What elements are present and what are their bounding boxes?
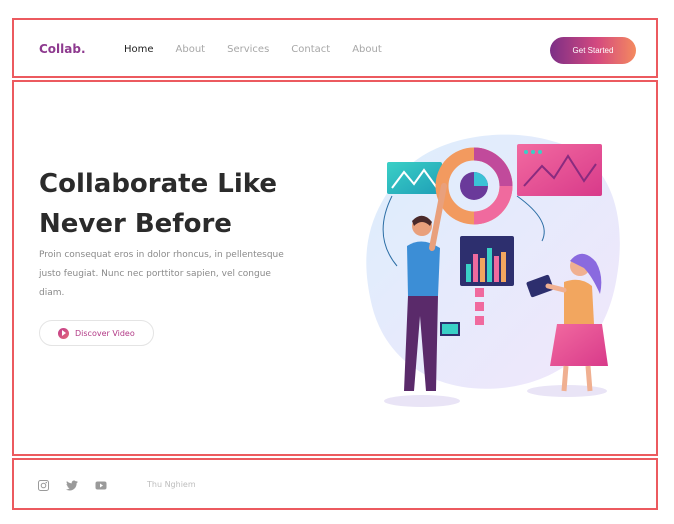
hero-section: Collaborate Like Never Before Proin cons…: [12, 80, 658, 456]
hero-title-line-2: Never Before: [39, 209, 232, 239]
footer-text: Thu Nghiem: [147, 480, 196, 489]
hero-title: Collaborate Like Never Before: [39, 164, 299, 244]
image-card-icon: [387, 162, 442, 194]
nav-about[interactable]: About: [176, 44, 206, 55]
main-nav: Home About Services Contact About: [124, 44, 404, 55]
site-footer: Thu Nghiem: [12, 458, 658, 510]
nav-contact[interactable]: Contact: [291, 44, 330, 55]
twitter-icon[interactable]: [66, 480, 78, 491]
site-header: Collab. Home About Services Contact Abou…: [12, 18, 658, 78]
nav-services[interactable]: Services: [227, 44, 269, 55]
hero-title-line-1: Collaborate Like: [39, 169, 277, 199]
bar-chart-card-icon: [460, 236, 514, 286]
floor-shadow-left: [384, 395, 460, 407]
discover-video-button[interactable]: Discover Video: [39, 320, 154, 346]
floor-shadow-right: [527, 385, 607, 397]
area-chart-card-icon: [517, 144, 602, 196]
discover-video-label: Discover Video: [75, 328, 135, 338]
nav-home[interactable]: Home: [124, 44, 154, 55]
play-icon: [58, 327, 69, 339]
checklist-icon: [475, 288, 484, 325]
hero-description: Proin consequat eros in dolor rhoncus, i…: [39, 250, 284, 298]
get-started-button[interactable]: Get Started: [550, 37, 636, 64]
youtube-icon[interactable]: [95, 480, 107, 491]
logo[interactable]: Collab.: [39, 42, 86, 56]
nav-about-2[interactable]: About: [352, 44, 382, 55]
instagram-icon[interactable]: [38, 480, 49, 491]
collaboration-illustration: [366, 134, 620, 407]
